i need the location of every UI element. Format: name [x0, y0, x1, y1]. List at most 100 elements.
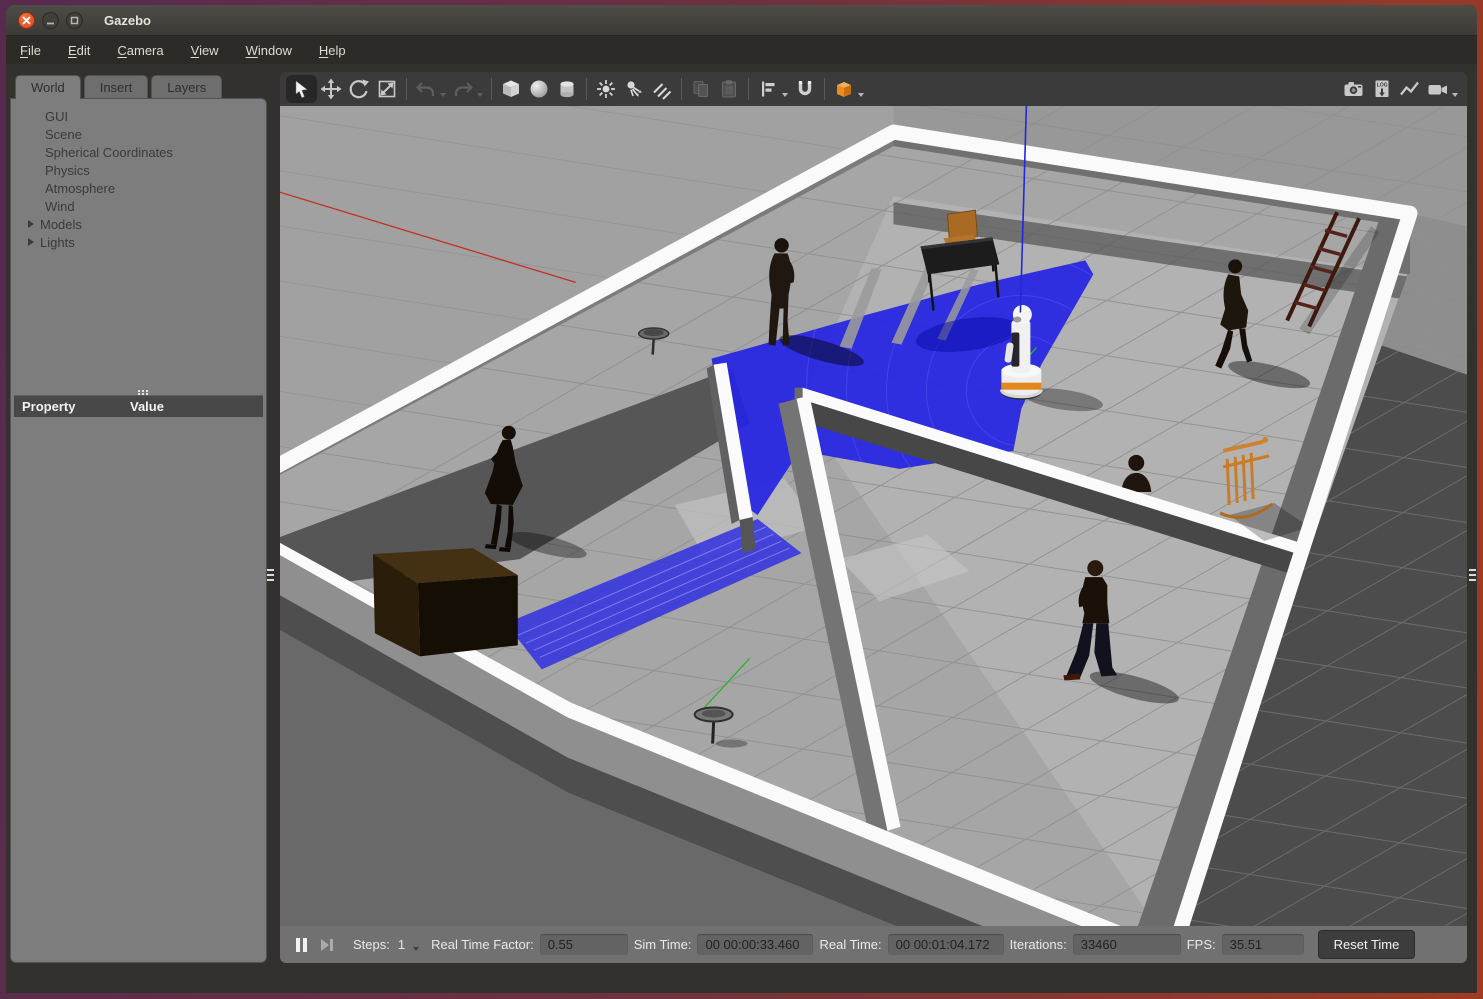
menu-window[interactable]: Window: [246, 43, 292, 58]
sphere-icon: [528, 78, 550, 100]
rotate-icon: [348, 78, 370, 100]
step-button[interactable]: [321, 939, 333, 951]
menu-help[interactable]: Help: [319, 43, 346, 58]
tree-item-models[interactable]: Models: [11, 215, 266, 233]
undo-button[interactable]: [412, 75, 440, 103]
cylinder-icon: [556, 78, 578, 100]
value-column-header: Value: [130, 399, 164, 414]
menu-edit[interactable]: Edit: [68, 43, 90, 58]
viewport-right-splitter[interactable]: [1469, 569, 1476, 583]
select-tool-button[interactable]: [286, 75, 317, 103]
sphere-tool-button[interactable]: [525, 75, 553, 103]
log-file-icon: LOG: [1371, 78, 1393, 100]
expand-arrow-icon[interactable]: [28, 220, 34, 228]
redo-button[interactable]: [449, 75, 477, 103]
video-record-button[interactable]: [1424, 75, 1452, 103]
tab-layers[interactable]: Layers: [151, 75, 222, 98]
camera-icon: [1342, 78, 1366, 100]
spot-light-icon: [623, 78, 645, 100]
rtf-label: Real Time Factor:: [431, 937, 534, 952]
translate-tool-button[interactable]: [317, 75, 345, 103]
tree-item-wind[interactable]: Wind: [11, 197, 266, 215]
panel-spacer: [11, 251, 266, 387]
reset-time-button[interactable]: Reset Time: [1318, 930, 1416, 959]
main-content: World Insert Layers GUI Scene Spherical …: [6, 64, 1477, 993]
sim-time-label: Sim Time:: [634, 937, 692, 952]
toolbar-separator: [748, 78, 749, 100]
iterations-value: 33460: [1073, 934, 1181, 955]
close-button[interactable]: [18, 12, 35, 29]
world-panel-body: GUI Scene Spherical Coordinates Physics …: [10, 98, 267, 963]
titlebar[interactable]: Gazebo: [6, 5, 1477, 36]
box-tool-button[interactable]: [497, 75, 525, 103]
toolbar-separator: [491, 78, 492, 100]
svg-text:LOG: LOG: [1377, 83, 1388, 89]
tree-item-lights[interactable]: Lights: [11, 233, 266, 251]
toolbar-separator: [681, 78, 682, 100]
directional-light-button[interactable]: [648, 75, 676, 103]
toolbar-right-group: LOG: [1340, 75, 1461, 103]
align-icon: [757, 78, 779, 100]
maximize-icon: [70, 16, 79, 25]
pause-button[interactable]: [296, 938, 307, 952]
view-angle-button[interactable]: [830, 75, 858, 103]
scale-tool-button[interactable]: [373, 75, 401, 103]
fps-value: 35.51: [1222, 934, 1304, 955]
tab-insert[interactable]: Insert: [84, 75, 149, 98]
minimize-icon: [46, 16, 55, 25]
cylinder-tool-button[interactable]: [553, 75, 581, 103]
plot-button[interactable]: [1396, 75, 1424, 103]
scale-icon: [376, 78, 398, 100]
snap-button[interactable]: [791, 75, 819, 103]
tree-item-scene[interactable]: Scene: [11, 125, 266, 143]
steps-value[interactable]: 1: [398, 937, 405, 952]
copy-button[interactable]: [687, 75, 715, 103]
tree-item-physics[interactable]: Physics: [11, 161, 266, 179]
panel-viewport-splitter[interactable]: [267, 569, 274, 583]
tree-item-spherical-coordinates[interactable]: Spherical Coordinates: [11, 143, 266, 161]
viewport-3d-scene[interactable]: [280, 106, 1467, 926]
tree-item-atmosphere[interactable]: Atmosphere: [11, 179, 266, 197]
magnet-icon: [794, 78, 816, 100]
sim-time-value: 00 00:00:33.460: [697, 934, 813, 955]
tree-item-gui[interactable]: GUI: [11, 107, 266, 125]
statusbar: Steps: 1 Real Time Factor: 0.55 Sim Time…: [280, 926, 1467, 963]
real-time-value: 00 00:01:04.172: [888, 934, 1004, 955]
close-icon: [22, 16, 31, 25]
view-angle-dropdown[interactable]: [858, 93, 864, 97]
steps-dropdown[interactable]: [413, 947, 419, 951]
paste-button[interactable]: [715, 75, 743, 103]
copy-icon: [690, 78, 712, 100]
expand-arrow-icon[interactable]: [28, 238, 34, 246]
toolbar-separator: [406, 78, 407, 100]
menu-view[interactable]: View: [191, 43, 219, 58]
redo-dropdown[interactable]: [477, 93, 483, 97]
cursor-icon: [291, 78, 313, 100]
rotate-tool-button[interactable]: [345, 75, 373, 103]
tab-world[interactable]: World: [15, 75, 81, 99]
video-record-dropdown[interactable]: [1452, 93, 1458, 97]
gazebo-window: Gazebo File Edit Camera View Window Help…: [6, 5, 1477, 993]
menu-camera[interactable]: Camera: [117, 43, 163, 58]
point-light-button[interactable]: [592, 75, 620, 103]
menu-file[interactable]: File: [20, 43, 41, 58]
screenshot-button[interactable]: [1340, 75, 1368, 103]
box-icon: [500, 78, 522, 100]
minimize-button[interactable]: [42, 12, 59, 29]
undo-dropdown[interactable]: [440, 93, 446, 97]
viewport-column: LOG: [280, 72, 1467, 963]
align-button[interactable]: [754, 75, 782, 103]
spot-light-button[interactable]: [620, 75, 648, 103]
property-splitter-grip[interactable]: [138, 390, 140, 392]
align-dropdown[interactable]: [782, 93, 788, 97]
directional-light-icon: [651, 78, 673, 100]
scene-canvas[interactable]: [280, 106, 1467, 926]
plot-icon: [1398, 78, 1422, 100]
maximize-button[interactable]: [66, 12, 83, 29]
property-table-header: Property Value: [14, 395, 263, 417]
dresser-model[interactable]: [373, 548, 518, 656]
panel-tabs: World Insert Layers: [10, 72, 267, 98]
log-record-button[interactable]: LOG: [1368, 75, 1396, 103]
real-time-label: Real Time:: [819, 937, 881, 952]
tree-item-models-label: Models: [40, 217, 82, 232]
